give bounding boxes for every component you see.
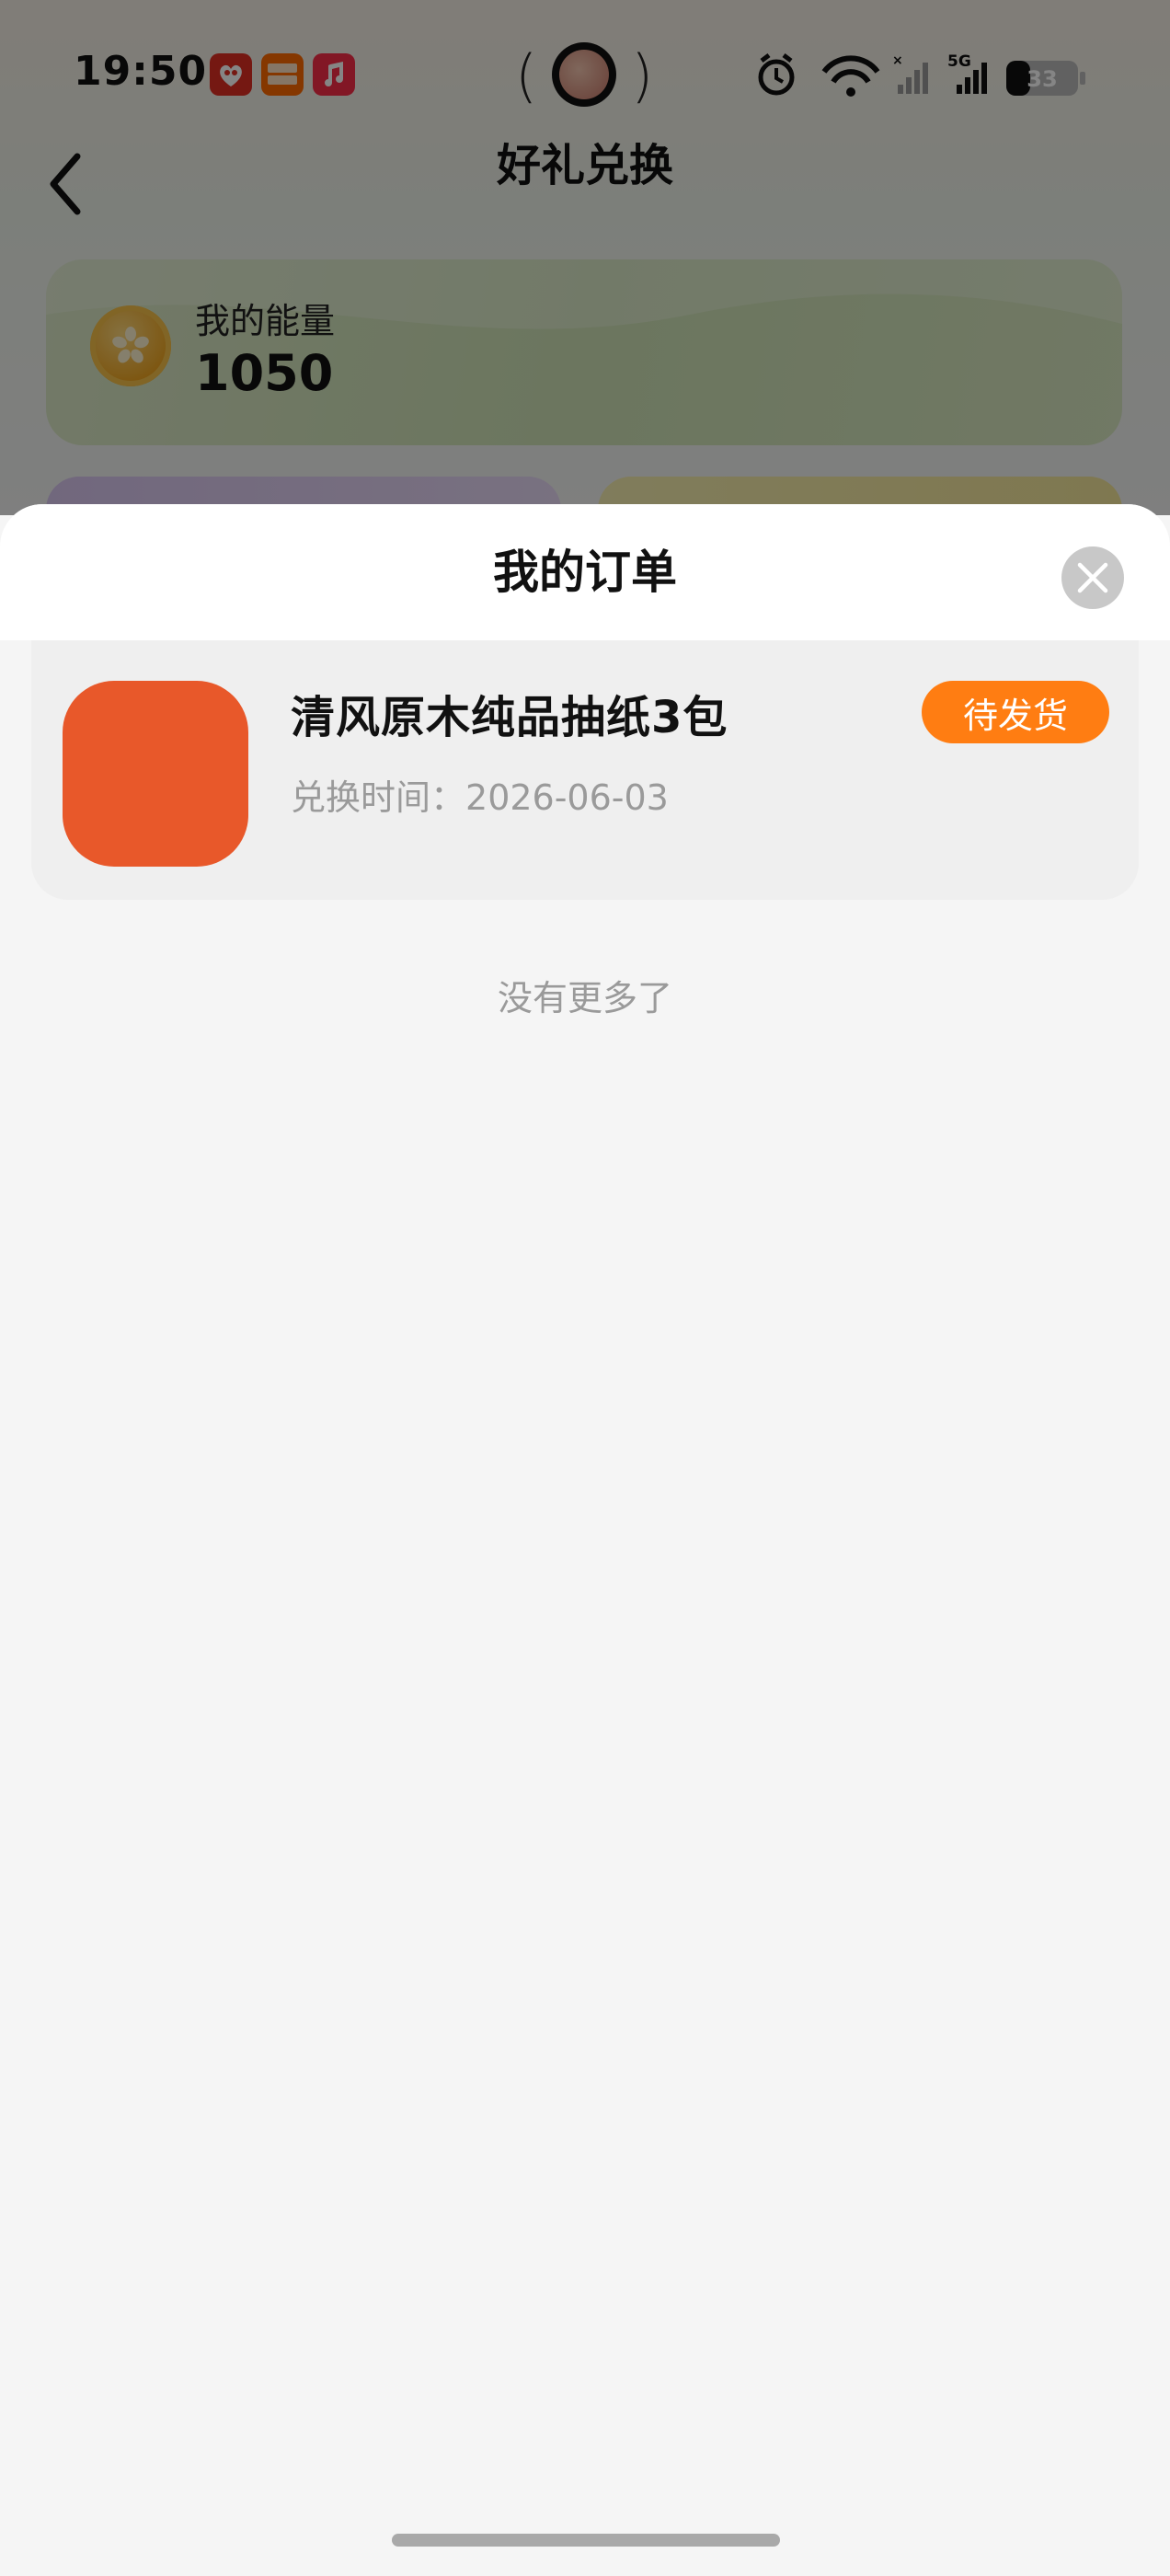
order-exchange-time: 兑换时间：2026-06-03 (291, 769, 669, 820)
order-thumbnail (63, 681, 248, 867)
home-indicator[interactable] (392, 2534, 780, 2547)
orders-sheet: 我的订单 清风原木纯品抽纸3包 兑换时间：2026-06-03 待发货 没有更多… (0, 504, 1170, 2576)
close-icon (1077, 562, 1108, 593)
order-item[interactable]: 清风原木纯品抽纸3包 兑换时间：2026-06-03 待发货 (31, 640, 1139, 900)
order-time-label: 兑换时间： (291, 777, 466, 818)
sheet-title: 我的订单 (493, 546, 677, 599)
close-button[interactable] (1061, 546, 1124, 609)
sheet-header: 我的订单 (0, 504, 1170, 640)
order-product-name: 清风原木纯品抽纸3包 (291, 692, 728, 743)
screen: 19:50 () × 5G 33 好礼兑换 我的能量 1050 我的订单 清风… (0, 0, 1170, 2576)
no-more-text: 没有更多了 (497, 978, 672, 1018)
order-time-value: 2026-06-03 (465, 777, 669, 818)
modal-backdrop[interactable] (0, 0, 1170, 515)
order-status-badge: 待发货 (922, 681, 1109, 743)
